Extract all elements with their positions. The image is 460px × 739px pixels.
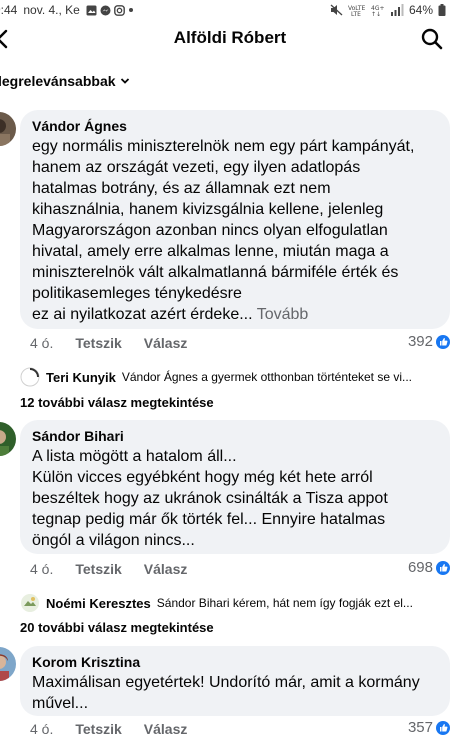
comment-author[interactable]: Sándor Bihari — [32, 426, 438, 446]
comment-actions: 4 ó. Tetszik Válasz — [30, 561, 187, 577]
view-more-replies-link[interactable]: 12 további válasz megtekintése — [20, 395, 214, 410]
reply-preview[interactable]: Noémi Keresztes Sándor Bihari kérem, hát… — [20, 593, 452, 613]
reaction-number: 392 — [407, 333, 433, 350]
status-date: nov. 4., Ke — [23, 3, 80, 17]
comment-text: A lista mögött a hatalom áll... Külön vi… — [32, 448, 388, 549]
comment-time[interactable]: 4 ó. — [30, 561, 53, 577]
instagram-notification-icon — [113, 4, 125, 16]
chevron-down-icon — [120, 78, 129, 84]
reply-snippet: Vándor Ágnes a gyermek otthonban történt… — [121, 370, 413, 384]
search-icon[interactable] — [420, 27, 444, 51]
like-button[interactable]: Tetszik — [75, 561, 121, 577]
comment-actions: 4 ó. Tetszik Válasz — [30, 721, 187, 737]
status-time: 9:44 — [0, 3, 18, 17]
reply-button[interactable]: Válasz — [144, 721, 188, 737]
status-bar: 9:44 nov. 4., Ke VoLTELTE 4G+↑↓ 64% — [0, 0, 460, 22]
battery-icon — [438, 4, 446, 16]
reaction-number: 357 — [407, 719, 433, 736]
comment-author[interactable]: Vándor Ágnes — [32, 116, 438, 136]
battery-percent: 64% — [408, 3, 433, 17]
reply-author: Teri Kunyik — [46, 369, 116, 385]
gallery-notification-icon — [86, 5, 97, 15]
avatar[interactable] — [0, 647, 16, 681]
header: Alföldi Róbert — [0, 22, 460, 56]
svg-text:LTE: LTE — [351, 11, 361, 16]
comment-last-line: ez ai nyilatkozat azért érdeke... — [32, 306, 253, 323]
comment-bubble: Vándor Ágnes egy normális miniszterelnök… — [20, 110, 450, 329]
sort-label: legrelevánsabbak — [0, 73, 116, 89]
signal-icon — [390, 4, 404, 16]
see-more-link[interactable]: Tovább — [257, 306, 309, 323]
view-more-replies-link[interactable]: 20 további válasz megtekintése — [20, 620, 214, 635]
reply-snippet: Sándor Bihari kérem, hát nem így fogják … — [156, 596, 413, 610]
like-button[interactable]: Tetszik — [75, 721, 121, 737]
4g-icon: 4G+↑↓ — [371, 5, 385, 16]
comment-actions: 4 ó. Tetszik Válasz — [30, 335, 187, 351]
comment-bubble: Korom Krisztina Maximálisan egyetértek! … — [20, 646, 450, 716]
reply-avatar — [21, 594, 39, 612]
reply-avatar — [20, 367, 40, 387]
svg-text:↑↓: ↑↓ — [371, 11, 381, 16]
like-button[interactable]: Tetszik — [75, 335, 121, 351]
comment-text: Maximálisan egyetértek! Undorító már, am… — [32, 674, 420, 712]
reply-author: Noémi Keresztes — [46, 595, 151, 611]
avatar[interactable] — [0, 112, 16, 146]
comment-author[interactable]: Korom Krisztina — [32, 652, 438, 672]
reply-preview[interactable]: Teri Kunyik Vándor Ágnes a gyermek ottho… — [20, 367, 452, 387]
dot-icon — [128, 8, 133, 12]
page-title: Alföldi Róbert — [173, 28, 287, 47]
messenger-notification-icon — [100, 5, 111, 15]
comment-time[interactable]: 4 ó. — [30, 721, 53, 737]
comment-text: egy normális miniszterelnök nem egy párt… — [32, 138, 415, 323]
reply-button[interactable]: Válasz — [144, 561, 188, 577]
reaction-count[interactable]: 698 — [408, 559, 450, 576]
thumbs-up-icon — [436, 720, 450, 735]
thumbs-up-icon — [436, 334, 450, 349]
reaction-number: 698 — [407, 559, 433, 576]
sort-selector[interactable]: legrelevánsabbak — [0, 73, 130, 89]
mute-icon — [330, 4, 343, 16]
comment-bubble: Sándor Bihari A lista mögött a hatalom á… — [20, 420, 450, 554]
reaction-count[interactable]: 357 — [408, 719, 450, 736]
comment-time[interactable]: 4 ó. — [30, 335, 53, 351]
reply-button[interactable]: Válasz — [144, 335, 188, 351]
thumbs-up-icon — [436, 560, 450, 575]
avatar[interactable] — [0, 422, 16, 456]
reaction-count[interactable]: 392 — [408, 333, 450, 350]
volte-icon: VoLTELTE — [348, 5, 365, 16]
